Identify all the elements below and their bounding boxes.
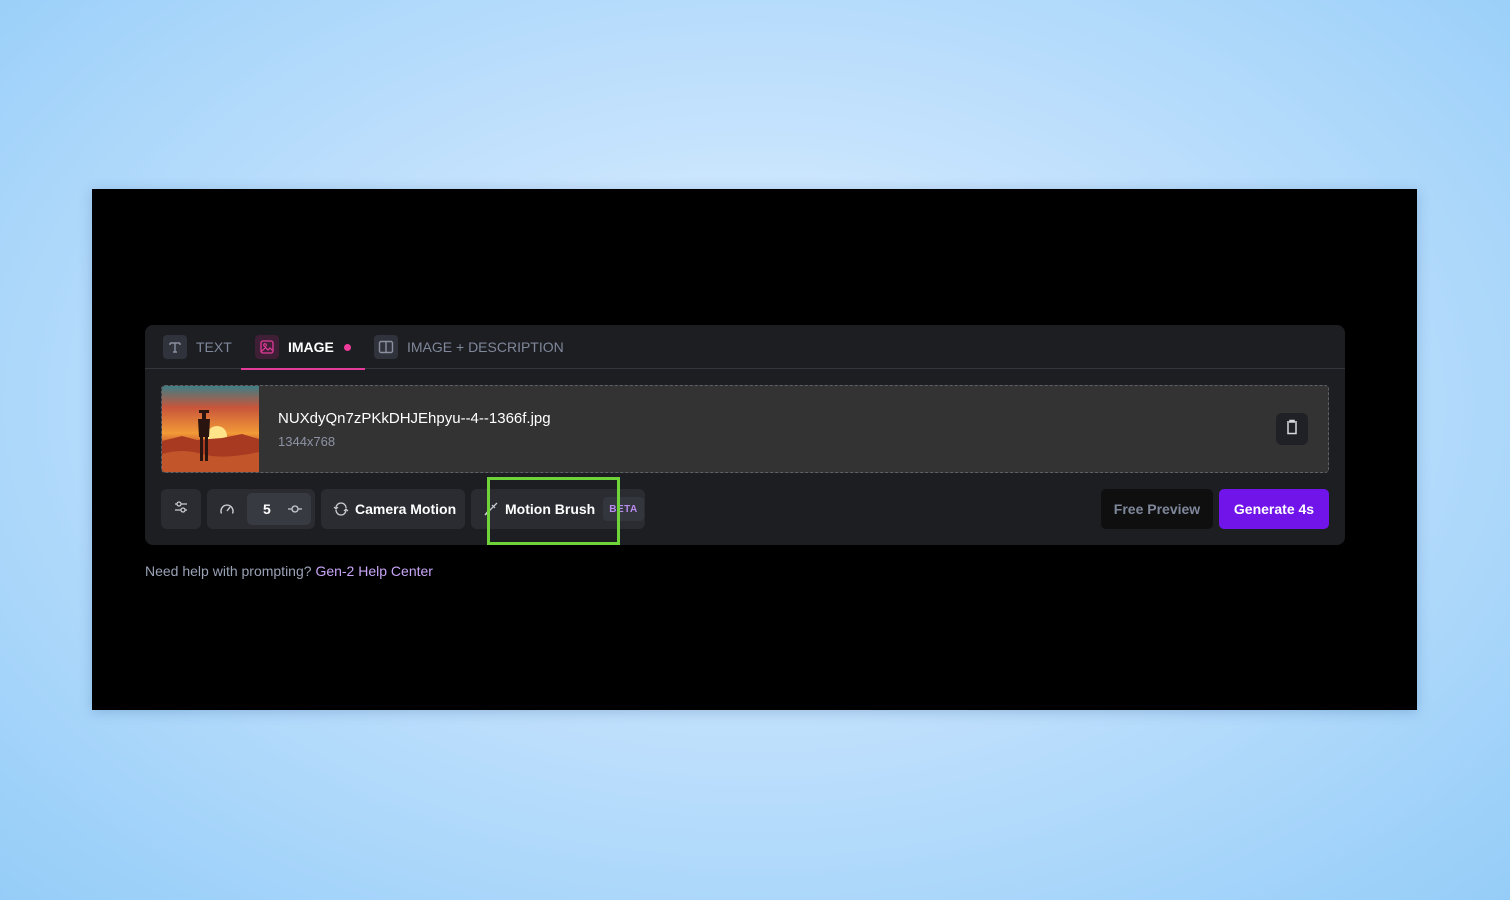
camera-rotate-icon (333, 501, 349, 517)
help-center-link[interactable]: Gen-2 Help Center (315, 563, 433, 579)
generate-button[interactable]: Generate 4s (1219, 489, 1329, 529)
beta-badge: BETA (603, 497, 644, 521)
text-icon (163, 335, 187, 359)
motion-brush-label: Motion Brush (505, 501, 596, 517)
duration-control[interactable]: 5 (207, 489, 315, 529)
tab-label: IMAGE + DESCRIPTION (407, 339, 564, 355)
image-thumbnail[interactable] (162, 386, 259, 472)
tab-label: IMAGE (288, 339, 334, 355)
duration-value-field[interactable]: 5 (247, 493, 311, 525)
tab-image[interactable]: IMAGE (241, 325, 365, 370)
settings-button[interactable] (161, 489, 201, 529)
delete-image-button[interactable] (1276, 413, 1308, 445)
duration-value: 5 (263, 501, 271, 517)
generation-toolbar: 5 Camera Motion Motion Brush BETA Free P… (161, 489, 1329, 529)
input-mode-tabs: TEXT IMAGE IMAGE + DESCRIPTION (145, 325, 1345, 370)
status-dot (343, 343, 351, 351)
split-layout-icon (374, 335, 398, 359)
app-window: TEXT IMAGE IMAGE + DESCRIPTION NUXdyQn7z… (92, 189, 1417, 710)
file-dimensions: 1344x768 (278, 434, 336, 449)
camera-motion-button[interactable]: Camera Motion (321, 489, 465, 529)
uploaded-file-card: NUXdyQn7zPKkDHJEhpyu--4--1366f.jpg 1344x… (161, 385, 1329, 473)
help-prompt: Need help with prompting? (145, 563, 312, 579)
sliders-icon (173, 499, 189, 520)
speedometer-icon (219, 501, 235, 522)
free-preview-button[interactable]: Free Preview (1101, 489, 1213, 529)
help-text: Need help with prompting? Gen-2 Help Cen… (145, 563, 433, 579)
brush-icon (483, 501, 499, 517)
file-name: NUXdyQn7zPKkDHJEhpyu--4--1366f.jpg (278, 410, 551, 427)
tab-label: TEXT (196, 339, 232, 355)
motion-brush-button[interactable]: Motion Brush BETA (471, 489, 645, 529)
camera-motion-label: Camera Motion (355, 501, 457, 517)
trash-icon (1285, 419, 1299, 440)
slider-knob-icon[interactable] (287, 502, 303, 521)
tab-image-description[interactable]: IMAGE + DESCRIPTION (374, 325, 564, 369)
image-icon (255, 335, 279, 359)
tab-text[interactable]: TEXT (163, 325, 232, 369)
generation-panel: TEXT IMAGE IMAGE + DESCRIPTION NUXdyQn7z… (145, 325, 1345, 545)
